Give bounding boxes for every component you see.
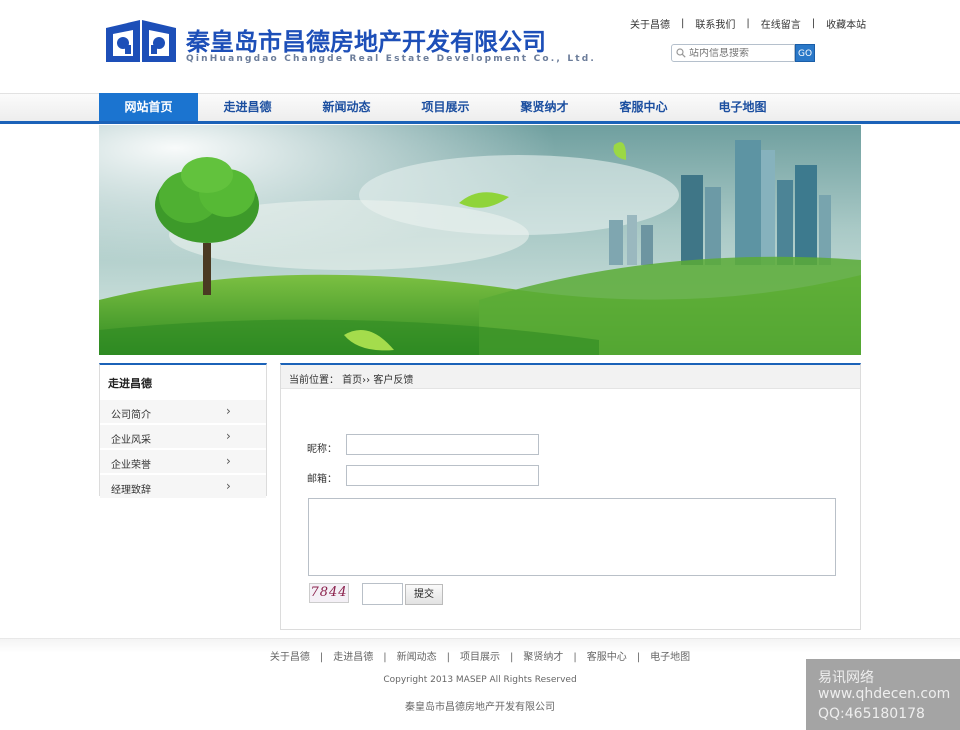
nav-item-recruit[interactable]: 聚贤纳才 bbox=[495, 93, 594, 121]
separator: | bbox=[746, 18, 750, 29]
captcha-input[interactable] bbox=[362, 583, 403, 605]
chevron-right-icon: › bbox=[226, 429, 231, 443]
chevron-right-icon: › bbox=[226, 404, 231, 418]
company-logo-icon bbox=[106, 20, 176, 62]
sidebar-item-intro[interactable]: 公司简介 › bbox=[100, 399, 266, 423]
search-input[interactable] bbox=[689, 47, 789, 59]
nav-item-news[interactable]: 新闻动态 bbox=[297, 93, 396, 121]
top-links: 关于昌德 | 联系我们 | 在线留言 | 收藏本站 bbox=[630, 16, 870, 31]
separator: | bbox=[319, 652, 324, 663]
separator: | bbox=[681, 18, 685, 29]
sidebar-item-label: 经理致辞 bbox=[111, 485, 151, 496]
submit-button[interactable]: 提交 bbox=[405, 584, 443, 605]
feedback-panel: 当前位置： 首页›› 客户反馈 昵称： 邮箱： 7844 提交 bbox=[280, 363, 861, 630]
nav-item-map[interactable]: 电子地图 bbox=[693, 93, 792, 121]
company-name-cn: 秦皇岛市昌德房地产开发有限公司 bbox=[186, 28, 546, 56]
top-link-message[interactable]: 在线留言 bbox=[761, 16, 801, 31]
watermark-line-3: QQ:465180178 bbox=[818, 706, 925, 722]
top-link-bookmark[interactable]: 收藏本站 bbox=[826, 16, 866, 31]
sidebar-item-label: 企业风采 bbox=[111, 435, 151, 446]
company-name-en: QinHuangdao Changde Real Estate Developm… bbox=[186, 54, 597, 64]
chevron-right-icon: › bbox=[226, 479, 231, 493]
sidebar-item-style[interactable]: 企业风采 › bbox=[100, 424, 266, 448]
search-icon bbox=[676, 48, 686, 58]
separator: | bbox=[573, 652, 577, 663]
breadcrumb: 当前位置： 首页›› 客户反馈 bbox=[289, 375, 414, 386]
nickname-input[interactable] bbox=[346, 434, 539, 455]
nav-item-service[interactable]: 客服中心 bbox=[594, 93, 693, 121]
message-textarea[interactable] bbox=[308, 498, 836, 576]
top-link-contact[interactable]: 联系我们 bbox=[695, 16, 735, 31]
footer-link-recruit[interactable]: 聚贤纳才 bbox=[523, 652, 563, 663]
footer-link-news[interactable]: 新闻动态 bbox=[397, 652, 437, 663]
sidebar-title: 走进昌德 bbox=[108, 377, 152, 390]
separator: | bbox=[510, 652, 514, 663]
separator: | bbox=[811, 18, 816, 29]
nav-item-projects[interactable]: 项目展示 bbox=[396, 93, 495, 121]
breadcrumb-bar: 当前位置： 首页›› 客户反馈 bbox=[281, 365, 860, 389]
sidebar-item-honors[interactable]: 企业荣誉 › bbox=[100, 449, 266, 473]
banner-image bbox=[99, 125, 861, 355]
separator: | bbox=[636, 652, 641, 663]
separator: | bbox=[383, 652, 387, 663]
footer-link-service[interactable]: 客服中心 bbox=[587, 652, 627, 663]
separator: | bbox=[446, 652, 450, 663]
chevron-right-icon: › bbox=[226, 454, 231, 468]
nickname-label: 昵称： bbox=[307, 444, 337, 455]
footer-link-map[interactable]: 电子地图 bbox=[650, 652, 690, 663]
search-go-button[interactable]: GO bbox=[795, 44, 815, 62]
watermark-line-2: www.qhdecen.com bbox=[818, 686, 951, 702]
sidebar: 走进昌德 公司简介 › 企业风采 › 企业荣誉 › 经理致辞 › bbox=[99, 363, 267, 498]
email-label: 邮箱： bbox=[307, 474, 337, 485]
footer-link-projects[interactable]: 项目展示 bbox=[460, 652, 500, 663]
nav-item-about[interactable]: 走进昌德 bbox=[198, 93, 297, 121]
nav-underline bbox=[0, 121, 960, 124]
nav-item-home[interactable]: 网站首页 bbox=[99, 93, 198, 121]
captcha-image: 7844 bbox=[309, 583, 349, 603]
sidebar-item-speech[interactable]: 经理致辞 › bbox=[100, 474, 266, 498]
sidebar-item-label: 企业荣誉 bbox=[111, 460, 151, 471]
footer-link-intro[interactable]: 走进昌德 bbox=[333, 652, 373, 663]
email-input[interactable] bbox=[346, 465, 539, 486]
watermark-line-1: 易讯网络 bbox=[818, 670, 874, 686]
top-link-about[interactable]: 关于昌德 bbox=[630, 16, 670, 31]
sidebar-item-label: 公司简介 bbox=[111, 410, 151, 421]
footer-link-about[interactable]: 关于昌德 bbox=[270, 652, 310, 663]
search-box bbox=[671, 44, 795, 62]
